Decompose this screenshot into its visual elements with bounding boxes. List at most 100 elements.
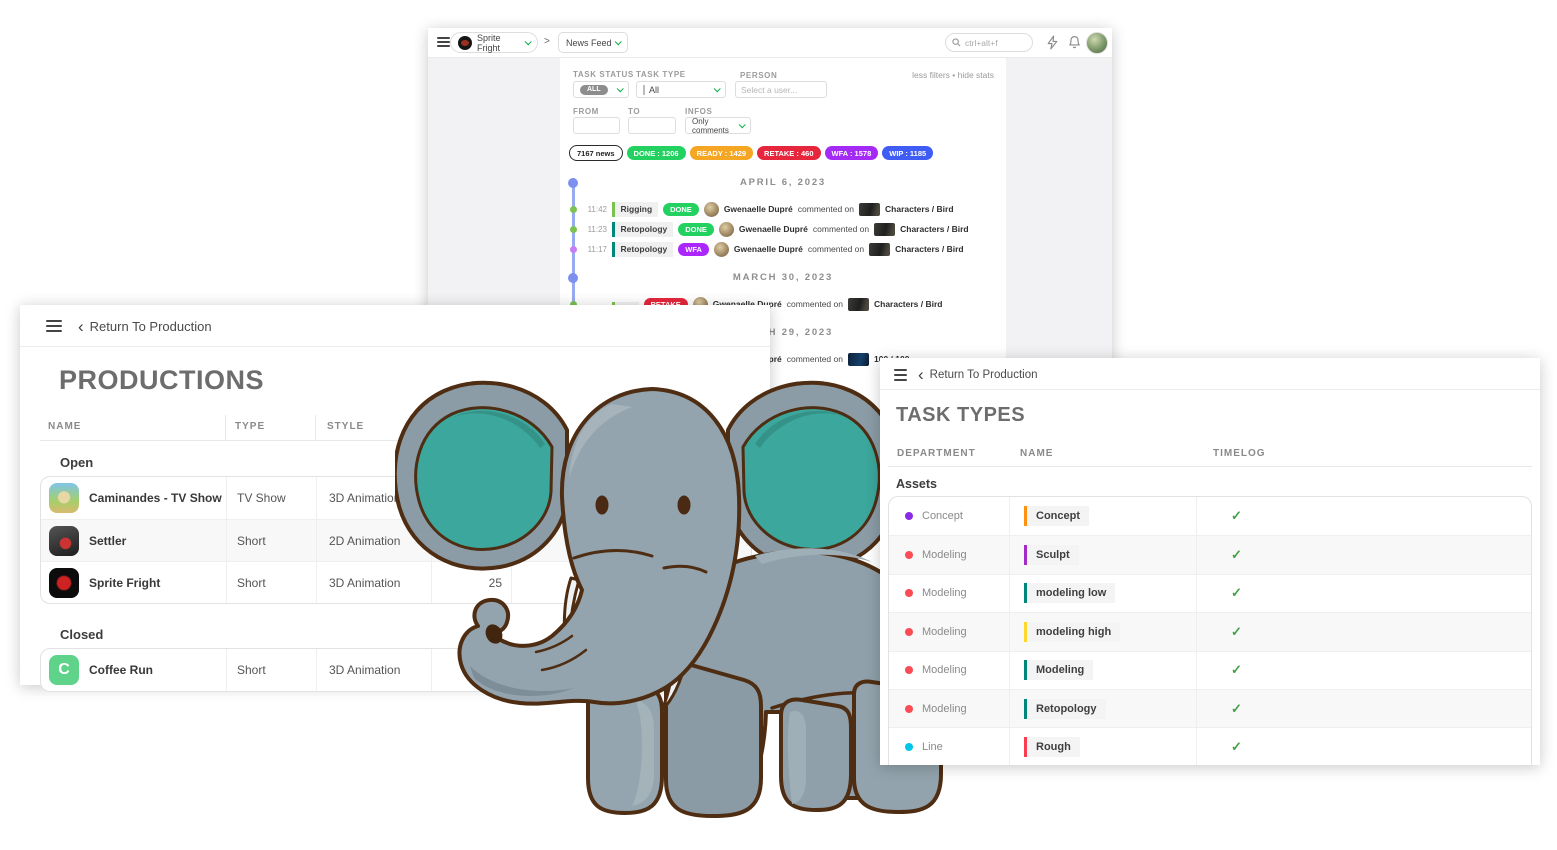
task-types-table: ConceptConcept✓ModelingSculpt✓Modelingmo…: [888, 496, 1532, 765]
department-color-dot: [905, 628, 913, 636]
task-type-chip: Concept: [1024, 506, 1089, 526]
back-to-production-link[interactable]: ‹ Return To Production: [918, 368, 1038, 381]
entity-thumbnail[interactable]: [848, 353, 869, 366]
back-to-production-link[interactable]: ‹ Return To Production: [78, 319, 212, 334]
status-count-badge[interactable]: WFA : 1578: [825, 146, 879, 160]
elephant-second-leg: [666, 662, 761, 816]
department-cell: Modeling: [889, 536, 1009, 573]
productions-top-bar: ‹ Return To Production: [20, 305, 770, 347]
entry-time: 11:42: [587, 205, 607, 214]
timeline-entry-dot: [570, 206, 577, 213]
search-input[interactable]: ctrl+alt+f: [945, 33, 1033, 52]
menu-icon[interactable]: [894, 369, 907, 381]
production-name-cell: Sprite Fright: [41, 562, 226, 603]
status-count-badge[interactable]: READY : 1429: [690, 146, 753, 160]
section-label-closed: Closed: [60, 627, 103, 642]
production-name-cell: Caminandes - TV Show: [41, 477, 226, 519]
from-input[interactable]: [573, 117, 620, 134]
task-type-row[interactable]: LineRough✓: [889, 727, 1531, 765]
lightning-icon[interactable]: [1046, 35, 1059, 55]
news-entry: 11:42RiggingDONEGwenaelle Duprécommented…: [560, 199, 1006, 219]
department-color-dot: [905, 666, 913, 674]
status-badge: DONE: [663, 203, 699, 216]
person-avatar[interactable]: [704, 202, 719, 217]
task-type-name-cell: modeling high: [1009, 613, 1196, 650]
entry-action-text: commented on: [813, 224, 869, 234]
chevron-down-icon: [714, 85, 721, 92]
person-name[interactable]: Gwenaelle Dupré: [734, 244, 803, 254]
person-avatar[interactable]: [714, 242, 729, 257]
task-types-top-bar: ‹ Return To Production: [880, 358, 1540, 390]
entity-thumbnail[interactable]: [869, 243, 890, 256]
task-type-value: All: [649, 85, 659, 95]
menu-icon[interactable]: [46, 320, 62, 332]
task-type-name: modeling high: [1027, 622, 1120, 642]
task-type-row[interactable]: Modeling modeling low ✓: [889, 574, 1531, 612]
news-entry: 11:17RetopologyWFAGwenaelle Duprécomment…: [560, 239, 1006, 259]
task-type-name: modeling low: [1027, 583, 1115, 603]
department-color-dot: [905, 551, 913, 559]
task-type-row[interactable]: ModelingSculpt✓: [889, 535, 1531, 573]
entity-link[interactable]: Characters / Bird: [885, 204, 954, 214]
chevron-down-icon: [615, 38, 622, 45]
production-select[interactable]: Sprite Fright: [450, 32, 538, 53]
production-name: Caminandes - TV Show: [89, 491, 222, 505]
feed-filter-links[interactable]: less filters • hide stats: [912, 70, 994, 80]
menu-icon[interactable]: [437, 37, 450, 47]
status-count-badge[interactable]: DONE : 1206: [627, 146, 686, 160]
status-count-badge[interactable]: WIP : 1185: [882, 146, 933, 160]
task-type-name-cell: Retopology: [1009, 690, 1196, 727]
chevron-down-icon: [617, 85, 624, 92]
column-divider: [315, 415, 316, 440]
task-type-chip: modeling high: [1024, 622, 1120, 642]
entity-link[interactable]: Characters / Bird: [900, 224, 969, 234]
infos-value: Only comments: [692, 117, 739, 135]
task-type-row[interactable]: ModelingRetopology✓: [889, 689, 1531, 727]
entity-thumbnail[interactable]: [859, 203, 880, 216]
entity-thumbnail[interactable]: [874, 223, 895, 236]
task-type-name-cell: Rough: [1009, 728, 1196, 765]
person-input[interactable]: Select a user...: [735, 81, 827, 98]
timelog-cell: ✓: [1196, 575, 1531, 612]
status-count-badge[interactable]: RETAKE : 460: [757, 146, 820, 160]
person-label: PERSON: [740, 71, 777, 80]
task-type-chip: Rough: [1024, 737, 1080, 757]
infos-select[interactable]: Only comments: [685, 117, 751, 134]
task-status-value: ALL: [580, 85, 608, 95]
department-name: Modeling: [922, 587, 967, 599]
to-input[interactable]: [628, 117, 676, 134]
task-type-chip: Retopology: [612, 222, 673, 237]
task-status-select[interactable]: ALL: [573, 81, 629, 98]
task-type-row[interactable]: ModelingModeling✓: [889, 651, 1531, 689]
person-name[interactable]: Gwenaelle Dupré: [724, 204, 793, 214]
status-badge: WFA: [678, 243, 709, 256]
department-color-dot: [905, 512, 913, 520]
to-label: TO: [628, 107, 640, 116]
task-type-select[interactable]: All: [636, 81, 726, 98]
chevron-left-icon: ‹: [918, 368, 924, 381]
task-type-name: Sculpt: [1027, 545, 1079, 565]
production-logo-icon: [458, 36, 472, 50]
page-select[interactable]: News Feed: [558, 32, 628, 53]
timeline-entry-dot: [570, 226, 577, 233]
task-type-chip: Modeling: [1024, 660, 1093, 680]
person-name[interactable]: Gwenaelle Dupré: [739, 224, 808, 234]
task-type-name: Rigging: [615, 202, 659, 217]
person-avatar[interactable]: [719, 222, 734, 237]
news-total-badge[interactable]: 7167 news: [569, 145, 623, 161]
entity-link[interactable]: Characters / Bird: [895, 244, 964, 254]
entity-thumbnail[interactable]: [848, 298, 869, 311]
bell-icon[interactable]: [1068, 35, 1081, 55]
task-type-name: Rough: [1027, 737, 1080, 757]
entity-link[interactable]: Characters / Bird: [874, 299, 943, 309]
task-type-name: Retopology: [1027, 699, 1106, 719]
department-cell: Concept: [889, 497, 1009, 535]
task-type-row[interactable]: Modelingmodeling high✓: [889, 612, 1531, 650]
timelog-cell: ✓: [1196, 652, 1531, 689]
department-color-dot: [905, 589, 913, 597]
production-thumbnail: [49, 526, 79, 556]
timelog-cell: ✓: [1196, 497, 1531, 535]
user-avatar[interactable]: [1086, 32, 1108, 54]
page-title: TASK TYPES: [896, 404, 1025, 427]
task-type-row[interactable]: Concept Concept ✓: [889, 497, 1531, 535]
